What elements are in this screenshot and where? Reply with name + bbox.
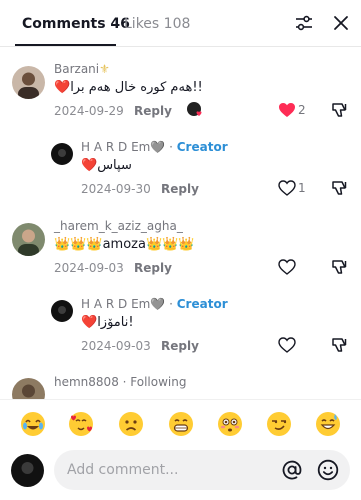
fleur-de-lis-icon: ⚜ [99,62,110,76]
comment-date: 2024-09-03 [81,339,151,353]
emoji-button[interactable] [68,411,94,437]
red-heart-icon: ❤️ [81,158,98,173]
comment-input-placeholder: Add comment... [67,462,179,478]
comment-text: 👑👑👑amoza👑👑👑 [54,237,195,252]
reply-button[interactable]: Reply [161,182,199,197]
comment-input-bar: Add comment... [0,447,361,500]
red-heart-icon: ❤️ [54,80,71,95]
like-heart-icon[interactable] [278,179,296,197]
emoji-button[interactable] [315,411,341,437]
active-tab-indicator [15,44,116,46]
like-count: 1 [298,181,306,195]
avatar[interactable] [12,66,45,99]
comment-input[interactable]: Add comment... [54,450,350,490]
comment-text: ❤️نامۆزا! [81,315,134,330]
dislike-icon[interactable] [331,179,349,197]
like-heart-icon[interactable] [278,336,296,354]
creator-badge: Creator [176,140,228,154]
comment-text: ❤️سپاس [81,158,132,173]
crown-icon: 👑👑👑 [145,237,195,252]
emoji-button[interactable] [266,411,292,437]
close-icon[interactable] [331,13,351,33]
dislike-icon[interactable] [331,258,349,276]
like-count: 2 [298,103,306,117]
reply-button[interactable]: Reply [134,261,172,276]
tab-comments[interactable]: Comments 46 [22,15,130,33]
comment-date: 2024-09-03 [54,261,124,275]
comment-username[interactable]: H A R D Em🩶 · Creator [81,140,228,155]
reply-button[interactable]: Reply [161,339,199,354]
emoji-button[interactable] [168,411,194,437]
like-heart-filled-icon[interactable] [278,101,296,119]
creator-liked-icon [186,101,204,119]
crown-icon: 👑👑👑 [54,237,103,252]
emoji-button[interactable] [118,411,144,437]
emoji-picker-icon[interactable] [317,459,339,481]
grey-heart-icon: 🩶 [150,297,166,311]
following-badge: Following [130,375,187,389]
quick-emoji-bar [0,399,361,448]
comment-username[interactable]: H A R D Em🩶 · Creator [81,297,228,312]
dislike-icon[interactable] [331,101,349,119]
my-avatar[interactable] [11,454,44,487]
like-heart-icon[interactable] [278,258,296,276]
comment-tabs: Comments 46 Likes 108 [0,0,361,47]
comment-username[interactable]: Barzani⚜ [54,62,110,77]
avatar[interactable] [12,223,45,256]
emoji-button[interactable] [217,411,243,437]
dislike-icon[interactable] [331,336,349,354]
avatar[interactable] [51,300,73,322]
reply-button[interactable]: Reply [134,104,172,119]
comment-date: 2024-09-30 [81,182,151,196]
comment-username[interactable]: _harem_k_aziz_agha_ [54,219,183,234]
comment-date: 2024-09-29 [54,104,124,118]
filter-icon[interactable] [294,13,314,33]
red-heart-icon: ❤️ [81,315,98,330]
grey-heart-icon: 🩶 [150,140,166,154]
emoji-button[interactable] [20,411,46,437]
avatar[interactable] [51,143,73,165]
creator-badge: Creator [176,297,228,311]
mention-icon[interactable] [281,459,303,481]
comment-text: ❤️هەم کورە خال هەم برا!! [54,80,203,95]
tab-likes[interactable]: Likes 108 [124,15,190,33]
comment-username[interactable]: hemn8808 · Following [54,375,186,390]
